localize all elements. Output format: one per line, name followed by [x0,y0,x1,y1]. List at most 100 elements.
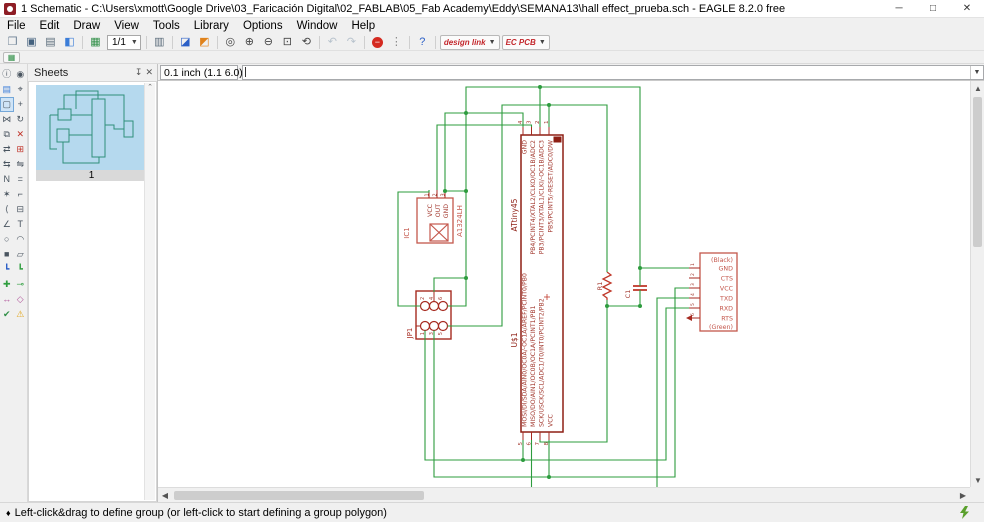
sheet-thumbnail[interactable]: 1 [36,85,147,181]
zoom-in-button[interactable]: ⊕ [240,35,259,50]
sheets-scrollbar[interactable]: ⌃ [144,83,155,500]
close-panel-icon[interactable]: ✕ [145,67,153,78]
menu-window[interactable]: Window [290,19,345,33]
value-tool[interactable]: = [14,172,28,187]
replace-tool[interactable]: ⇆ [0,157,14,172]
menu-draw[interactable]: Draw [66,19,107,33]
gateswap-tool[interactable]: ⇋ [14,157,28,172]
stop-button[interactable]: − [368,35,387,50]
text-tool[interactable]: T [14,217,28,232]
miter-tool[interactable]: ⌐ [14,187,28,202]
dimension-tool[interactable]: ↔ [0,292,14,307]
copy-tool[interactable]: ⧉ [0,127,14,142]
component-capacitor-c1[interactable]: C1 [624,285,647,298]
run-options-button[interactable]: ⋮ [387,35,406,50]
label-tool[interactable]: ⊸ [14,277,28,292]
use-library-button[interactable]: ▥ [150,35,169,50]
pcb-quote-button[interactable]: EC PCB ▼ [501,34,550,50]
smash-tool[interactable]: ✶ [0,187,14,202]
zoom-out-button[interactable]: ⊖ [259,35,278,50]
svg-text:5: 5 [438,332,444,335]
errors-tool[interactable]: ⚠ [14,307,28,322]
menu-bar: File Edit Draw View Tools Library Options Windo… [0,18,984,34]
split-tool[interactable]: ⟨ [0,202,14,217]
scroll-left-icon[interactable]: ◀ [158,488,172,502]
save-button[interactable]: ▣ [22,35,41,50]
info-tool[interactable]: ⓘ [0,67,14,82]
net-wire[interactable] [447,86,690,307]
menu-edit[interactable]: Edit [33,19,67,33]
wire-tool[interactable]: ∠ [0,217,14,232]
net-wire[interactable] [433,277,466,292]
horizontal-scrollbar[interactable]: ◀ ▶ [158,487,970,502]
scroll-right-icon[interactable]: ▶ [956,488,970,502]
net-wire[interactable] [436,124,533,190]
toolbar-separator [216,35,218,49]
component-ftdi-header[interactable]: (Black) GND CTS VCC TXD RXD RTS(Green) 1 2 3 4 5 6 [686,252,738,332]
zoom-fit-button[interactable]: ◎ [221,35,240,50]
component-hall-sensor[interactable]: VCC 1 OUT 2 GND 3 IC1 A1324LH [403,190,464,244]
svg-text:1: 1 [425,193,431,196]
arc-tool[interactable]: ◠ [14,232,28,247]
junction-tool[interactable]: ✚ [0,277,14,292]
minimize-button[interactable]: ─ [882,0,916,17]
component-attiny45[interactable]: GND4PB4/PCINT4/XTAL2/CLKO/OC1B/ADC23PB3/… [510,120,564,446]
move-tool[interactable]: + [14,97,28,112]
title-bar: 1 Schematic - C:\Users\xmott\Google Driv… [0,0,984,18]
net-tool[interactable]: ┗ [14,262,28,277]
zoom-select-button[interactable]: ⊡ [278,35,297,50]
add-part-tool[interactable]: ⊞ [14,142,28,157]
scroll-up-icon[interactable]: ▲ [971,81,984,95]
designlink-button[interactable]: design link ▼ [439,34,500,50]
delete-tool[interactable]: ✕ [14,127,28,142]
close-button[interactable]: ✕ [950,0,984,17]
export-image-button[interactable]: ◧ [60,35,79,50]
rotate-tool[interactable]: ↻ [14,112,28,127]
help-button[interactable]: ? [413,35,432,50]
command-input[interactable] [246,66,970,78]
command-dropdown-icon[interactable]: ▼ [970,65,983,79]
component-resistor-r1[interactable]: R1 [596,271,613,300]
board-view-button[interactable]: ◩ [195,35,214,50]
display-tool[interactable]: ▤ [0,82,14,97]
grid-settings-button[interactable]: ▦ [3,51,20,63]
name-tool[interactable]: N [0,172,14,187]
menu-options[interactable]: Options [236,19,290,33]
sheets-panel-title: Sheets [34,66,69,79]
rect-tool[interactable]: ■ [0,247,14,262]
circle-tool[interactable]: ○ [0,232,14,247]
undo-button[interactable]: ↶ [323,35,342,50]
menu-file[interactable]: File [0,19,33,33]
open-button[interactable]: ❒ [3,35,22,50]
sheet-selector[interactable]: 1/1 ▼ [107,34,141,50]
svg-text:PB4/PCINT4/XTAL2/CLKO/OC1B/ADC: PB4/PCINT4/XTAL2/CLKO/OC1B/ADC2 [530,140,537,255]
group-tool[interactable]: ▢ [0,97,14,112]
invoke-tool[interactable]: ⊟ [14,202,28,217]
grid-button[interactable]: ▦ [86,35,105,50]
attribute-tool[interactable]: ◇ [14,292,28,307]
zoom-redraw-button[interactable]: ⟲ [297,35,316,50]
svg-text:GND: GND [719,266,734,273]
schematic-canvas[interactable]: GND 4 PB4/PCINT4/XTAL2/CLKO/OC1B/ADC2 3 PB3/… [158,81,970,487]
menu-library[interactable]: Library [187,19,236,33]
svg-text:5: 5 [690,303,696,306]
dock-icon[interactable]: ↧ [135,67,143,78]
net-junction [464,189,468,193]
bus-tool[interactable]: ┗ [0,262,14,277]
mirror-tool[interactable]: ⋈ [0,112,14,127]
component-isp-header[interactable]: 2 4 61 3 5JP1 [406,290,452,340]
mark-tool[interactable]: ⌖ [14,82,28,97]
scroll-down-icon[interactable]: ▼ [971,473,984,487]
polygon-tool[interactable]: ▱ [14,247,28,262]
menu-help[interactable]: Help [344,19,382,33]
maximize-button[interactable]: □ [916,0,950,17]
menu-tools[interactable]: Tools [146,19,187,33]
menu-view[interactable]: View [107,19,146,33]
pinswap-tool[interactable]: ⇄ [0,142,14,157]
show-tool[interactable]: ◉ [14,67,28,82]
schematic-view-button[interactable]: ◪ [176,35,195,50]
vertical-scrollbar[interactable]: ▲ ▼ [970,81,984,487]
erc-tool[interactable]: ✔ [0,307,14,322]
print-button[interactable]: ▤ [41,35,60,50]
redo-button[interactable]: ↷ [342,35,361,50]
